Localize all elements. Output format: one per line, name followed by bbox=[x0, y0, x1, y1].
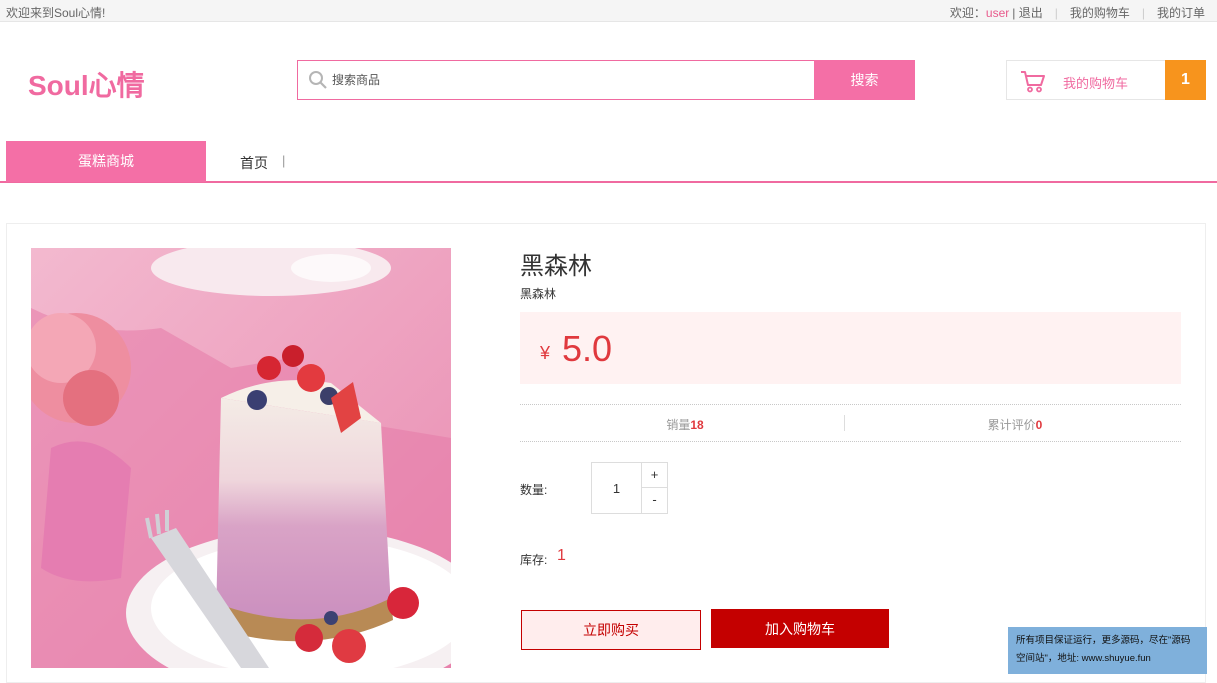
search-icon bbox=[309, 71, 327, 89]
sales-stat: 销量18 bbox=[520, 416, 850, 433]
my-cart-link[interactable]: 我的购物车 bbox=[1070, 4, 1130, 21]
sales-label: 销量 bbox=[666, 418, 691, 432]
price-box: ¥ 5.0 bbox=[520, 312, 1181, 384]
currency-symbol: ¥ bbox=[540, 343, 551, 363]
add-to-cart-button[interactable]: 加入购物车 bbox=[711, 609, 889, 648]
main-nav: 蛋糕商城 首页 | bbox=[0, 141, 1217, 183]
reviews-value: 0 bbox=[1035, 418, 1043, 432]
product-image bbox=[31, 248, 451, 668]
notice-line: 空间站"，地址: www.shuyue.fun bbox=[1016, 653, 1151, 664]
reviews-label: 累计评价 bbox=[987, 418, 1036, 432]
welcome-text: 欢迎来到Soul心情! bbox=[6, 6, 106, 20]
username-link[interactable]: user bbox=[986, 6, 1009, 20]
my-orders-link[interactable]: 我的订单 bbox=[1157, 4, 1205, 21]
buy-now-button[interactable]: 立即购买 bbox=[521, 610, 701, 650]
source-notice: 所有项目保证运行，更多源码，尽在"源码 空间站"，地址: www.shuyue.… bbox=[1008, 627, 1207, 674]
quantity-increase-button[interactable]: + bbox=[642, 463, 667, 488]
shopping-cart-icon bbox=[1021, 71, 1045, 93]
nav-home[interactable]: 首页 bbox=[240, 153, 268, 173]
top-separator: | bbox=[1054, 5, 1058, 20]
quantity-decrease-button[interactable]: - bbox=[642, 488, 667, 513]
product-price: 5.0 bbox=[562, 328, 613, 369]
top-bar: 欢迎来到Soul心情! 欢迎： user | 退出 | 我的购物车 | 我的订单 bbox=[0, 0, 1217, 22]
search-button[interactable]: 搜索 bbox=[814, 60, 915, 100]
top-bar-links: 欢迎： user | 退出 | 我的购物车 | 我的订单 bbox=[950, 4, 1205, 21]
nav-separator: | bbox=[282, 153, 286, 168]
notice-line: 所有项目保证运行，更多源码，尽在"源码 bbox=[1016, 635, 1191, 646]
stats-divider bbox=[844, 415, 845, 431]
greeting-text: 欢迎： bbox=[949, 6, 986, 20]
cart-label: 我的购物车 bbox=[1063, 76, 1129, 91]
search-input[interactable] bbox=[332, 62, 812, 98]
quantity-input[interactable] bbox=[592, 463, 642, 513]
stock-value: 1 bbox=[557, 547, 566, 564]
site-logo[interactable]: Soul心情 bbox=[28, 64, 145, 104]
sales-value: 18 bbox=[690, 418, 704, 432]
cart-count-badge: 1 bbox=[1165, 60, 1206, 100]
product-subtitle: 黑森林 bbox=[520, 287, 557, 301]
nav-category-cake-shop[interactable]: 蛋糕商城 bbox=[6, 141, 206, 182]
stock-label: 库存: bbox=[520, 553, 548, 567]
search-bar: 搜索 bbox=[297, 60, 915, 100]
quantity-stepper: + - bbox=[591, 462, 668, 514]
quantity-label: 数量: bbox=[520, 483, 548, 497]
reviews-stat: 累计评价0 bbox=[850, 416, 1180, 433]
product-title: 黑森林 bbox=[520, 253, 592, 280]
top-separator: | bbox=[1141, 5, 1145, 20]
header-cart[interactable]: 我的购物车 1 bbox=[1006, 60, 1206, 100]
logout-link[interactable]: | 退出 bbox=[1012, 4, 1042, 21]
product-stats: 销量18 累计评价0 bbox=[520, 404, 1181, 442]
